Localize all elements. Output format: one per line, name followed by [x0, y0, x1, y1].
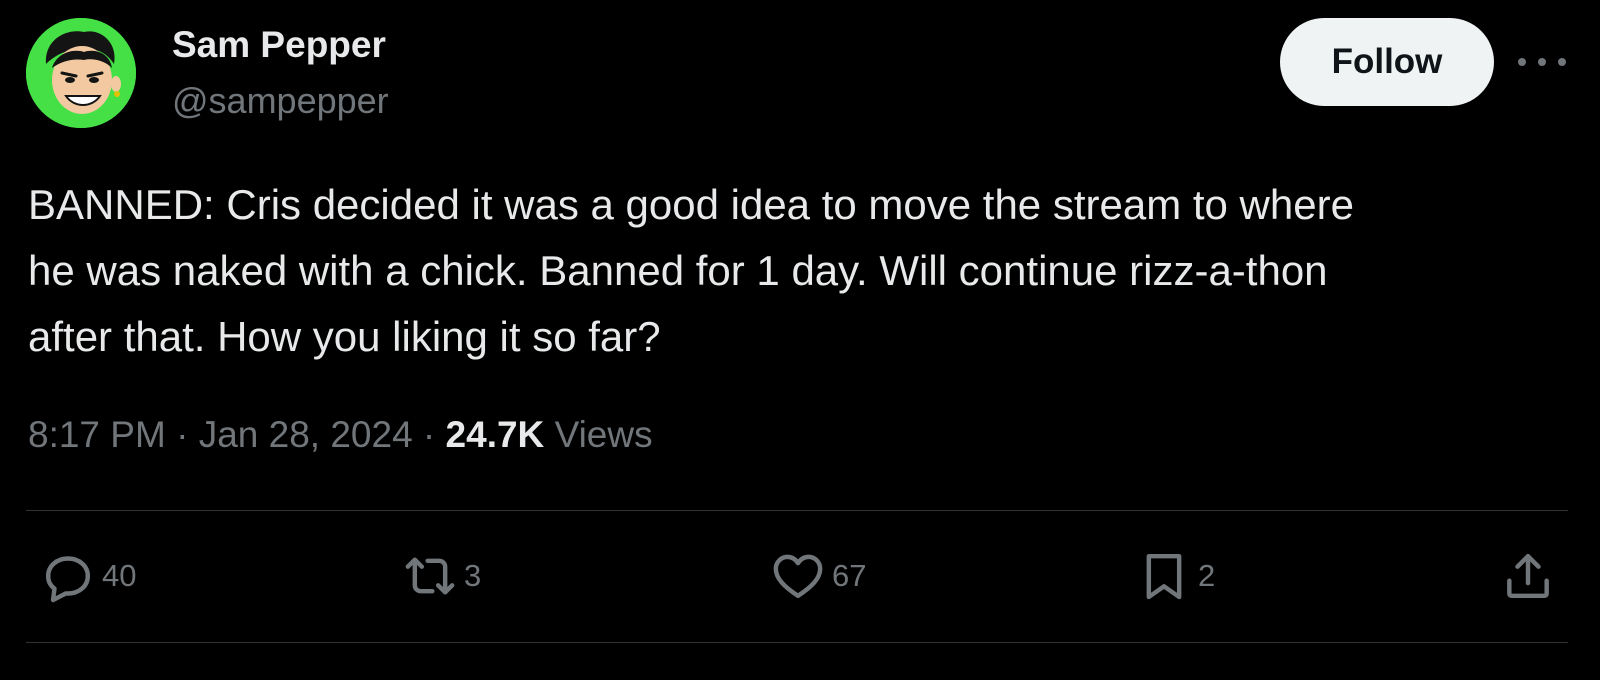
more-dot	[1538, 58, 1546, 66]
bookmark-icon	[1146, 553, 1182, 600]
more-dot	[1558, 58, 1566, 66]
like-count: 67	[832, 558, 867, 593]
divider	[26, 642, 1568, 643]
bookmark-button[interactable]: 2	[1136, 548, 1215, 604]
tweet-text-line: BANNED: Cris decided it was a good idea …	[28, 181, 1354, 228]
heart-icon	[773, 554, 823, 599]
reply-icon	[45, 556, 91, 603]
tweet-time[interactable]: 8:17 PM	[28, 414, 166, 455]
tweet-meta: 8:17 PM · Jan 28, 2024 · 24.7K Views	[28, 414, 653, 456]
tweet-date[interactable]: Jan 28, 2024	[199, 414, 413, 455]
display-name[interactable]: Sam Pepper	[172, 24, 386, 66]
like-button[interactable]: 67	[770, 548, 866, 604]
share-icon	[1507, 553, 1549, 599]
reply-button[interactable]: 40	[40, 548, 136, 604]
tweet-text-line: he was naked with a chick. Banned for 1 …	[28, 247, 1328, 294]
retweet-icon	[405, 557, 455, 595]
views-label: Views	[554, 414, 653, 455]
tweet-text: BANNED: Cris decided it was a good idea …	[28, 172, 1568, 370]
avatar[interactable]	[26, 18, 136, 128]
more-horizontal-icon	[1518, 58, 1526, 66]
divider	[26, 510, 1568, 511]
views-count: 24.7K	[445, 414, 545, 455]
bookmark-count: 2	[1198, 558, 1216, 593]
share-button[interactable]	[1500, 548, 1556, 604]
reply-count: 40	[102, 558, 137, 593]
retweet-count: 3	[464, 558, 482, 593]
follow-button[interactable]: Follow	[1280, 18, 1494, 106]
tweet-text-line: after that. How you liking it so far?	[28, 313, 661, 360]
meta-separator: ·	[165, 414, 199, 455]
meta-separator: ·	[412, 414, 446, 455]
retweet-button[interactable]: 3	[402, 548, 481, 604]
cartoon-avatar-icon	[26, 18, 136, 128]
user-handle[interactable]: @sampepper	[172, 80, 389, 122]
more-options-button[interactable]	[1518, 48, 1566, 76]
